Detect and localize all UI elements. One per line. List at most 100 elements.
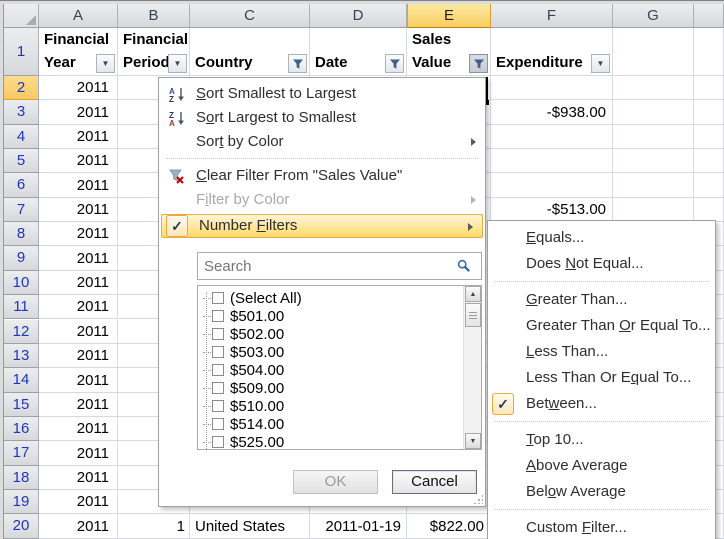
resize-grip[interactable] — [473, 494, 483, 504]
grid-cell[interactable] — [613, 149, 694, 173]
column-header-B[interactable]: B — [118, 4, 190, 28]
cell-A17[interactable]: 2011 — [39, 441, 118, 465]
row-header-10[interactable]: 10 — [4, 271, 39, 295]
column-header-E[interactable]: E — [407, 4, 491, 28]
row-header-8[interactable]: 8 — [4, 222, 39, 246]
row-header-18[interactable]: 18 — [4, 466, 39, 490]
cell-D1[interactable]: Date — [310, 28, 407, 76]
column-header-partial[interactable] — [694, 4, 724, 28]
checkbox[interactable] — [212, 328, 224, 340]
checkbox[interactable] — [212, 310, 224, 322]
grid-cell[interactable] — [694, 198, 724, 222]
row-header-15[interactable]: 15 — [4, 393, 39, 417]
cell-A2[interactable]: 2011 — [39, 76, 118, 100]
cell-B1[interactable]: FinancialPeriod▼ — [118, 28, 190, 76]
list-item-509-00[interactable]: $509.00 — [198, 379, 463, 397]
grid-cell[interactable] — [613, 28, 694, 76]
list-item-502-00[interactable]: $502.00 — [198, 325, 463, 343]
cell-C1[interactable]: Country — [190, 28, 310, 76]
scrollbar-up-button[interactable]: ▲ — [465, 286, 481, 302]
column-header-G[interactable]: G — [613, 4, 694, 28]
menu-item-sort-by-color[interactable]: Sort by Color — [159, 130, 485, 154]
cell-A13[interactable]: 2011 — [39, 344, 118, 368]
row-header-2[interactable]: 2 — [4, 76, 39, 100]
filter-button-F[interactable]: ▼ — [591, 54, 610, 73]
row-header-3[interactable]: 3 — [4, 100, 39, 124]
submenu-item-less-than-or-equal-to[interactable]: Less Than Or Equal To... — [488, 365, 715, 391]
grid-cell[interactable] — [613, 173, 694, 197]
cell-A15[interactable]: 2011 — [39, 393, 118, 417]
row-header-20[interactable]: 20 — [4, 514, 39, 538]
row-header-16[interactable]: 16 — [4, 417, 39, 441]
row-header-1[interactable]: 1 — [4, 28, 39, 76]
menu-item-number-filters[interactable]: ✓Number Filters — [161, 214, 483, 238]
scrollbar-down-button[interactable]: ▼ — [465, 433, 481, 449]
row-header-17[interactable]: 17 — [4, 441, 39, 465]
row-header-14[interactable]: 14 — [4, 368, 39, 392]
grid-cell[interactable] — [613, 198, 694, 222]
grid-cell[interactable] — [694, 28, 724, 76]
list-item-select-all[interactable]: (Select All) — [198, 289, 463, 307]
menu-item-sort-smallest-to-largest[interactable]: AZSort Smallest to Largest — [159, 82, 485, 106]
ok-button[interactable]: OK — [293, 470, 378, 494]
cell-A6[interactable]: 2011 — [39, 173, 118, 197]
list-item-504-00[interactable]: $504.00 — [198, 361, 463, 379]
row-header-13[interactable]: 13 — [4, 344, 39, 368]
row-header-12[interactable]: 12 — [4, 320, 39, 344]
row-header-6[interactable]: 6 — [4, 173, 39, 197]
checkbox[interactable] — [212, 364, 224, 376]
filter-button-E-filtered[interactable] — [469, 54, 488, 73]
submenu-item-does-not-equal[interactable]: Does Not Equal... — [488, 251, 715, 277]
checkbox[interactable] — [212, 418, 224, 430]
submenu-item-above-average[interactable]: Above Average — [488, 453, 715, 479]
list-item-501-00[interactable]: $501.00 — [198, 307, 463, 325]
grid-cell[interactable] — [491, 76, 613, 100]
cell-A5[interactable]: 2011 — [39, 149, 118, 173]
column-header-C[interactable]: C — [190, 4, 310, 28]
submenu-item-greater-than[interactable]: Greater Than... — [488, 287, 715, 313]
submenu-item-top-10[interactable]: Top 10... — [488, 427, 715, 453]
select-all-corner[interactable] — [4, 4, 39, 28]
list-item-503-00[interactable]: $503.00 — [198, 343, 463, 361]
cell-A14[interactable]: 2011 — [39, 368, 118, 392]
cancel-button[interactable]: Cancel — [392, 470, 477, 494]
submenu-item-less-than[interactable]: Less Than... — [488, 339, 715, 365]
menu-item-clear-filter-from-sales-value[interactable]: Clear Filter From "Sales Value" — [159, 164, 485, 188]
cell-A19[interactable]: 2011 — [39, 490, 118, 514]
search-input[interactable] — [197, 252, 482, 280]
filter-button-A[interactable]: ▼ — [96, 54, 115, 73]
grid-cell[interactable] — [491, 149, 613, 173]
checkbox[interactable] — [212, 346, 224, 358]
column-header-D[interactable]: D — [310, 4, 407, 28]
row-header-7[interactable]: 7 — [4, 198, 39, 222]
grid-cell[interactable] — [491, 173, 613, 197]
submenu-item-equals[interactable]: Equals... — [488, 225, 715, 251]
grid-cell[interactable] — [694, 125, 724, 149]
menu-item-sort-largest-to-smallest[interactable]: ZASort Largest to Smallest — [159, 106, 485, 130]
cell-C20[interactable]: United States — [190, 514, 310, 538]
checkbox[interactable] — [212, 436, 224, 448]
column-header-F[interactable]: F — [491, 4, 613, 28]
submenu-item-greater-than-or-equal-to[interactable]: Greater Than Or Equal To... — [488, 313, 715, 339]
column-header-A[interactable]: A — [39, 4, 118, 28]
row-header-11[interactable]: 11 — [4, 295, 39, 319]
cell-F1[interactable]: Expenditure▼ — [491, 28, 613, 76]
list-scrollbar[interactable]: ▲ ▼ — [463, 286, 481, 449]
cell-A7[interactable]: 2011 — [39, 198, 118, 222]
checkbox[interactable] — [212, 400, 224, 412]
cell-A9[interactable]: 2011 — [39, 246, 118, 270]
cell-A4[interactable]: 2011 — [39, 125, 118, 149]
cell-F3[interactable]: -$938.00 — [491, 100, 613, 124]
grid-cell[interactable] — [694, 173, 724, 197]
checkbox[interactable] — [212, 382, 224, 394]
cell-F7[interactable]: -$513.00 — [491, 198, 613, 222]
list-item-514-00[interactable]: $514.00 — [198, 415, 463, 433]
cell-E1[interactable]: SalesValue — [407, 28, 491, 76]
submenu-item-between[interactable]: ✓Between... — [488, 391, 715, 417]
cell-D20[interactable]: 2011-01-19 — [310, 514, 407, 538]
grid-cell[interactable] — [613, 100, 694, 124]
cell-A1[interactable]: FinancialYear▼ — [39, 28, 118, 76]
scrollbar-thumb[interactable] — [465, 303, 481, 327]
cell-A3[interactable]: 2011 — [39, 100, 118, 124]
submenu-item-below-average[interactable]: Below Average — [488, 479, 715, 505]
